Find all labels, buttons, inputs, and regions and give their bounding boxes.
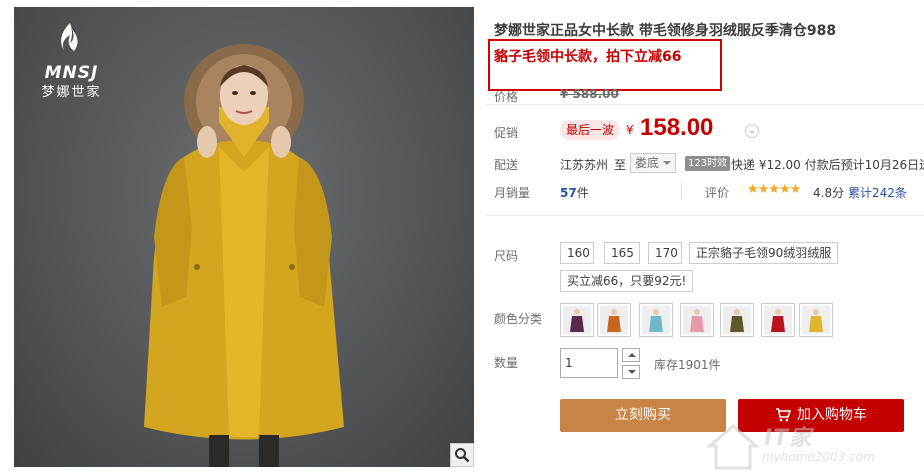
size-option-fur-collar[interactable]: 正宗貉子毛领90绒羽绒服 bbox=[689, 242, 839, 264]
divider bbox=[486, 104, 924, 105]
divider bbox=[486, 215, 924, 216]
ship-to-word: 至 bbox=[614, 158, 627, 172]
destination-select[interactable]: 娄底 bbox=[630, 153, 676, 173]
color-swatch-orange[interactable] bbox=[597, 303, 631, 337]
shipping-fee: 快递 ¥12.00 付款后预计10月26日送达 bbox=[731, 158, 924, 172]
stock-count: 库存1901件 bbox=[654, 358, 721, 372]
coat-thumbnail bbox=[642, 306, 670, 334]
brand-logo: MNSJ 梦娜世家 bbox=[24, 17, 119, 100]
color-label: 颜色分类 bbox=[494, 312, 543, 326]
review-count-link[interactable]: 累计242条 bbox=[848, 184, 907, 201]
size-label: 尺码 bbox=[494, 249, 519, 263]
size-option-165[interactable]: 165 bbox=[604, 242, 640, 264]
brand-name-cn: 梦娜世家 bbox=[41, 85, 102, 100]
original-price: ¥ 588.00 bbox=[560, 87, 619, 101]
product-main-image[interactable]: MNSJ 梦娜世家 bbox=[14, 7, 474, 467]
watermark-url: myhome2003.com bbox=[762, 450, 875, 464]
product-info-panel: 梦娜世家正品女中长款 带毛领修身羽绒服反季清仓988 貉子毛领中长款，拍下立减6… bbox=[486, 0, 924, 474]
coat-thumbnail bbox=[802, 306, 830, 334]
last-wave-badge: 最后一波 bbox=[560, 120, 621, 140]
brand-flame-icon bbox=[61, 23, 78, 51]
monthly-sales: 57件 bbox=[560, 184, 589, 201]
rating-label: 评价 bbox=[705, 186, 730, 200]
coat-thumbnail bbox=[723, 306, 751, 334]
color-swatch-army-green[interactable] bbox=[720, 303, 754, 337]
size-option-discount[interactable]: 买立减66，只要92元! bbox=[560, 270, 694, 292]
destination-value: 娄底 bbox=[635, 156, 660, 170]
caret-down-icon bbox=[663, 161, 671, 165]
ship-from: 江苏苏州 bbox=[560, 158, 609, 172]
delivery-time-tag: 123时效 bbox=[685, 156, 731, 171]
quantity-decrease-button[interactable] bbox=[622, 365, 640, 379]
quantity-label: 数量 bbox=[494, 356, 519, 370]
quantity-input[interactable]: 1 bbox=[560, 348, 618, 378]
coat-thumbnail bbox=[764, 306, 792, 334]
coat-thumbnail bbox=[600, 306, 628, 334]
coat-thumbnail bbox=[563, 306, 591, 334]
monthly-sales-label: 月销量 bbox=[494, 186, 531, 200]
watermark-text: IT家 bbox=[764, 426, 813, 451]
buy-now-button[interactable]: 立刻购买 bbox=[560, 399, 726, 432]
promo-price-label: 促销 bbox=[494, 126, 519, 140]
shipping-label: 配送 bbox=[494, 158, 519, 172]
zoom-button[interactable] bbox=[450, 443, 474, 467]
price-label: 价格 bbox=[494, 90, 519, 104]
promo-text: 貉子毛领中长款，拍下立减66 bbox=[494, 49, 682, 65]
currency-symbol: ¥ bbox=[626, 123, 634, 137]
coat-thumbnail bbox=[683, 306, 711, 334]
chevron-down-icon[interactable]: ⌄ bbox=[745, 124, 759, 138]
color-swatch-light-blue[interactable] bbox=[639, 303, 673, 337]
sales-unit: 件 bbox=[576, 186, 589, 200]
quantity-increase-button[interactable] bbox=[622, 348, 640, 362]
product-title: 梦娜世家正品女中长款 带毛领修身羽绒服反季清仓988 bbox=[494, 23, 837, 39]
divider bbox=[681, 183, 682, 199]
brand-name-en: MNSJ bbox=[44, 63, 99, 83]
color-swatch-yellow[interactable] bbox=[799, 303, 833, 337]
size-option-170[interactable]: 170 bbox=[648, 242, 682, 264]
color-swatch-pink[interactable] bbox=[680, 303, 714, 337]
color-swatch-red[interactable] bbox=[761, 303, 795, 337]
current-price: 158.00 bbox=[640, 114, 714, 141]
rating-score: 4.8分 bbox=[813, 186, 845, 200]
color-swatch-purple[interactable] bbox=[560, 303, 594, 337]
sales-count: 57 bbox=[560, 186, 577, 200]
house-logo-icon bbox=[706, 424, 760, 470]
magnifier-icon bbox=[455, 448, 470, 463]
star-rating-icon: ★★★★★ bbox=[747, 182, 801, 197]
size-option-160[interactable]: 160 bbox=[560, 242, 594, 264]
site-watermark: IT家 myhome2003.com bbox=[706, 420, 924, 474]
